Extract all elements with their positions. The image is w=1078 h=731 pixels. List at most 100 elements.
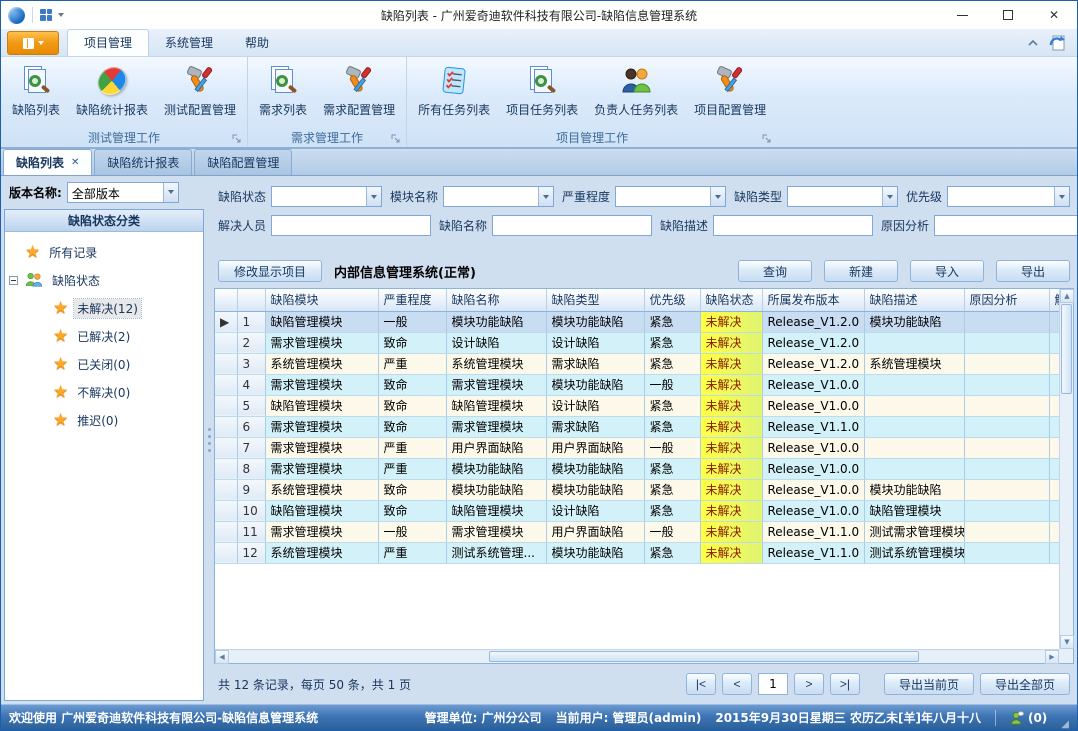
horizontal-scrollbar[interactable]: ◀ ▶ (215, 649, 1059, 663)
project-tasks-button[interactable]: 项目任务列表 (499, 60, 585, 120)
page-number-input[interactable] (758, 673, 788, 695)
version-combo[interactable]: 全部版本 (67, 182, 179, 203)
cell-type[interactable]: 模块功能缺陷 (546, 479, 644, 500)
module-name-combo[interactable] (443, 186, 554, 207)
cell-name[interactable]: 设计缺陷 (446, 332, 546, 353)
cell-status[interactable]: 未解决 (700, 353, 762, 374)
cell-cause[interactable] (964, 479, 1049, 500)
col-solution[interactable]: 解决方法 (1049, 289, 1059, 311)
cell-severity[interactable]: 严重 (378, 542, 446, 563)
cell-desc[interactable]: 模块功能缺陷 (864, 479, 964, 500)
cell-version[interactable]: Release_V1.0.0 (762, 500, 864, 521)
cell-module[interactable]: 缺陷管理模块 (265, 395, 378, 416)
cell-status[interactable]: 未解决 (700, 395, 762, 416)
cell-desc[interactable] (864, 416, 964, 437)
first-page-button[interactable]: |< (686, 673, 716, 695)
cell-desc[interactable]: 测试系统管理模块... (864, 542, 964, 563)
cell-type[interactable]: 需求缺陷 (546, 353, 644, 374)
tree-item-defect-status[interactable]: 缺陷状态 (7, 266, 201, 294)
cell-status[interactable]: 未解决 (700, 437, 762, 458)
scroll-down-icon[interactable]: ▼ (1060, 635, 1074, 649)
cell-cause[interactable] (964, 458, 1049, 479)
cell-priority[interactable]: 一般 (644, 521, 700, 542)
table-row[interactable]: 8需求管理模块严重模块功能缺陷模块功能缺陷紧急未解决Release_V1.0.0 (215, 458, 1059, 479)
maximize-button[interactable] (985, 1, 1031, 29)
cell-severity[interactable]: 致命 (378, 416, 446, 437)
cell-priority[interactable]: 紧急 (644, 353, 700, 374)
cell-priority[interactable]: 紧急 (644, 479, 700, 500)
cell-cause[interactable] (964, 395, 1049, 416)
priority-combo[interactable] (947, 186, 1070, 207)
cell-status[interactable]: 未解决 (700, 479, 762, 500)
cell-desc[interactable] (864, 437, 964, 458)
import-button[interactable]: 导入 (910, 260, 984, 282)
chevron-down-icon[interactable] (710, 187, 725, 206)
cell-name[interactable]: 需求管理模块 (446, 374, 546, 395)
cell-module[interactable]: 需求管理模块 (265, 374, 378, 395)
cell-severity[interactable]: 一般 (378, 311, 446, 332)
cell-type[interactable]: 模块功能缺陷 (546, 374, 644, 395)
cell-module[interactable]: 需求管理模块 (265, 521, 378, 542)
messages-indicator[interactable]: (0) (1010, 711, 1047, 725)
cell-status[interactable]: 未解决 (700, 332, 762, 353)
cell-cause[interactable] (964, 437, 1049, 458)
cell-priority[interactable]: 紧急 (644, 332, 700, 353)
chevron-down-icon[interactable] (538, 187, 553, 206)
cell-priority[interactable]: 一般 (644, 437, 700, 458)
defect-type-combo[interactable] (787, 186, 898, 207)
cell-severity[interactable]: 一般 (378, 521, 446, 542)
cell-type[interactable]: 用户界面缺陷 (546, 521, 644, 542)
cell-solution[interactable] (1049, 542, 1059, 563)
dialog-launcher-icon[interactable] (391, 134, 400, 143)
cell-cause[interactable] (964, 311, 1049, 332)
col-priority[interactable]: 优先级 (644, 289, 700, 311)
chevron-down-icon[interactable] (366, 187, 381, 206)
defect-status-combo[interactable] (271, 186, 382, 207)
resolver-input[interactable] (271, 215, 431, 236)
defect-desc-input[interactable] (713, 215, 873, 236)
cell-version[interactable]: Release_V1.2.0 (762, 311, 864, 332)
cell-priority[interactable]: 紧急 (644, 542, 700, 563)
table-row[interactable]: ▶1缺陷管理模块一般模块功能缺陷模块功能缺陷紧急未解决Release_V1.2.… (215, 311, 1059, 332)
last-page-button[interactable]: >| (830, 673, 860, 695)
cell-desc[interactable]: 系统管理模块 (864, 353, 964, 374)
cell-name[interactable]: 模块功能缺陷 (446, 311, 546, 332)
cell-solution[interactable] (1049, 416, 1059, 437)
cell-version[interactable]: Release_V1.1.0 (762, 542, 864, 563)
cell-priority[interactable]: 紧急 (644, 416, 700, 437)
col-name[interactable]: 缺陷名称 (446, 289, 546, 311)
cell-type[interactable]: 模块功能缺陷 (546, 458, 644, 479)
cell-severity[interactable]: 致命 (378, 395, 446, 416)
cell-name[interactable]: 模块功能缺陷 (446, 458, 546, 479)
cell-module[interactable]: 需求管理模块 (265, 458, 378, 479)
cell-status[interactable]: 未解决 (700, 500, 762, 521)
doc-tab-defect-list[interactable]: 缺陷列表 ✕ (3, 149, 92, 175)
cell-cause[interactable] (964, 542, 1049, 563)
cell-status[interactable]: 未解决 (700, 458, 762, 479)
tab-project-management[interactable]: 项目管理 (67, 29, 149, 56)
col-cause[interactable]: 原因分析 (964, 289, 1049, 311)
tree-item-closed[interactable]: ★ 已关闭(0) (7, 350, 201, 378)
cell-solution[interactable] (1049, 374, 1059, 395)
cell-desc[interactable]: 模块功能缺陷 (864, 311, 964, 332)
cell-severity[interactable]: 严重 (378, 353, 446, 374)
cell-cause[interactable] (964, 332, 1049, 353)
tree-item-wont-fix[interactable]: ★ 不解决(0) (7, 378, 201, 406)
cell-module[interactable]: 缺陷管理模块 (265, 500, 378, 521)
scroll-left-icon[interactable]: ◀ (215, 650, 229, 664)
requirement-config-button[interactable]: 需求配置管理 (316, 60, 402, 120)
cell-name[interactable]: 需求管理模块 (446, 416, 546, 437)
col-status[interactable]: 缺陷状态 (700, 289, 762, 311)
cell-status[interactable]: 未解决 (700, 374, 762, 395)
cell-version[interactable]: Release_V1.0.0 (762, 437, 864, 458)
cell-priority[interactable]: 紧急 (644, 500, 700, 521)
cell-priority[interactable]: 一般 (644, 374, 700, 395)
resize-grip-icon[interactable]: ◢ (1061, 719, 1069, 730)
table-row[interactable]: 9系统管理模块致命模块功能缺陷模块功能缺陷紧急未解决Release_V1.0.0… (215, 479, 1059, 500)
doc-tab-defect-config[interactable]: 缺陷配置管理 (194, 149, 292, 175)
cell-name[interactable]: 需求管理模块 (446, 521, 546, 542)
close-button[interactable]: ✕ (1031, 1, 1077, 29)
cell-status[interactable]: 未解决 (700, 542, 762, 563)
tab-help[interactable]: 帮助 (229, 30, 285, 56)
cell-solution[interactable] (1049, 332, 1059, 353)
